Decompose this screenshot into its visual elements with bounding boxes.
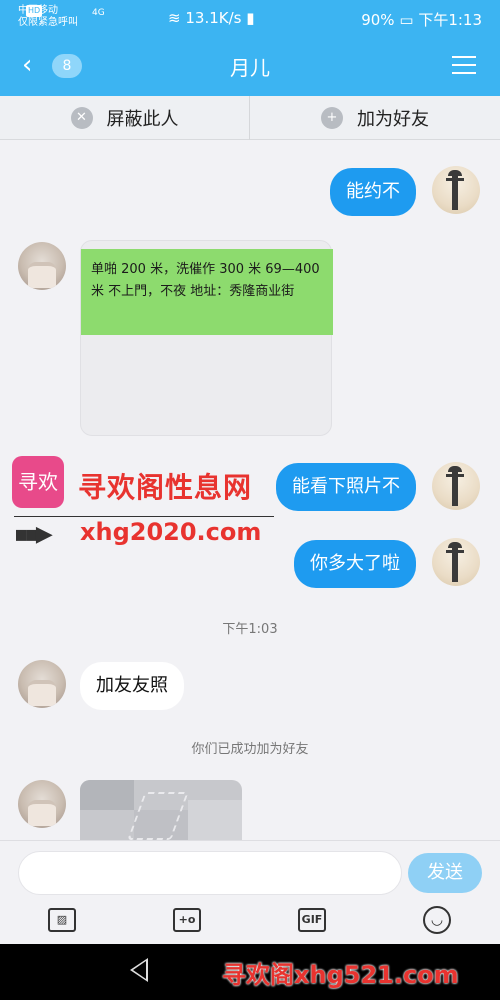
message-bubble-outgoing[interactable]: 能约不 — [330, 168, 416, 216]
chat-header: ‹ 8 月儿 — [0, 36, 500, 96]
emoji-icon[interactable]: ◡ — [423, 906, 451, 934]
message-input[interactable] — [18, 851, 402, 895]
system-notice: 你们已成功加为好友 — [191, 742, 309, 757]
block-icon: ✕ — [70, 107, 93, 129]
camera-icon[interactable]: +o — [173, 908, 201, 932]
block-user-label: 屏蔽此人 — [106, 109, 179, 130]
message-timestamp: 下午1:03 — [222, 622, 278, 637]
watermark-logo: 寻欢 — [12, 456, 64, 508]
hd-badge: HD — [26, 5, 43, 17]
action-bar: ✕ 屏蔽此人 + 加为好友 — [0, 96, 500, 140]
network-speed: ≋ 13.1K/s ▮ — [168, 9, 255, 27]
contact-avatar[interactable] — [18, 242, 66, 290]
menu-icon[interactable] — [452, 56, 476, 76]
image-message[interactable] — [80, 780, 242, 840]
card-note-text: 单啪 200 米，洗催作 300 米 69—400 米 不上門，不夜 地址：秀隆… — [81, 249, 333, 335]
image-icon[interactable]: ▨ — [48, 908, 76, 932]
carrier-info: 中国移动 HD 仅限紧急呼叫 — [18, 5, 78, 29]
watermark-url: xhg2020.com — [80, 518, 262, 546]
nav-back-icon[interactable] — [130, 958, 148, 982]
emergency-text: 仅限紧急呼叫 — [18, 17, 78, 28]
watermark-bottom: 寻欢阁xhg521.com — [222, 961, 459, 989]
message-bubble-incoming[interactable]: 加友友照 — [80, 662, 184, 710]
gif-icon[interactable]: GIF — [298, 908, 326, 932]
my-avatar[interactable] — [432, 462, 480, 510]
block-user-button[interactable]: ✕ 屏蔽此人 — [0, 96, 250, 140]
contact-name: 月儿 — [230, 56, 270, 80]
battery-icon: ▭ — [399, 11, 414, 29]
composer-toolbar: ▨ +o GIF ◡ — [0, 900, 500, 944]
battery-percent: 90% — [361, 11, 395, 29]
message-card-incoming[interactable]: 单啪 200 米，洗催作 300 米 69—400 米 不上門，不夜 地址：秀隆… — [80, 240, 333, 436]
composer: 发送 — [0, 840, 500, 900]
status-right: 90% ▭ 下午1:13 — [361, 9, 482, 30]
watermark-site-name: 寻欢阁性息网 — [78, 471, 253, 504]
add-user-icon: + — [321, 107, 343, 129]
speed-text: 13.1K/s — [185, 9, 242, 27]
network-type: 4G — [92, 8, 105, 18]
my-avatar[interactable] — [432, 166, 480, 214]
clock: 下午1:13 — [418, 11, 482, 29]
status-bar: 中国移动 HD 仅限紧急呼叫 4G ≋ 13.1K/s ▮ 90% ▭ 下午1:… — [0, 0, 500, 36]
arrow-right-icon: ▪▪▶ — [14, 522, 53, 547]
contact-avatar[interactable] — [18, 660, 66, 708]
send-button[interactable]: 发送 — [408, 853, 482, 893]
contact-avatar[interactable] — [18, 780, 66, 828]
add-friend-label: 加为好友 — [357, 109, 429, 130]
message-bubble-outgoing[interactable]: 你多大了啦 — [294, 540, 416, 588]
watermark-divider — [14, 516, 274, 517]
message-bubble-outgoing[interactable]: 能看下照片不 — [276, 463, 416, 511]
my-avatar[interactable] — [432, 538, 480, 586]
battery-saver-icon: ▮ — [246, 9, 255, 27]
wifi-icon: ≋ — [168, 9, 181, 27]
add-friend-button[interactable]: + 加为好友 — [250, 96, 500, 140]
